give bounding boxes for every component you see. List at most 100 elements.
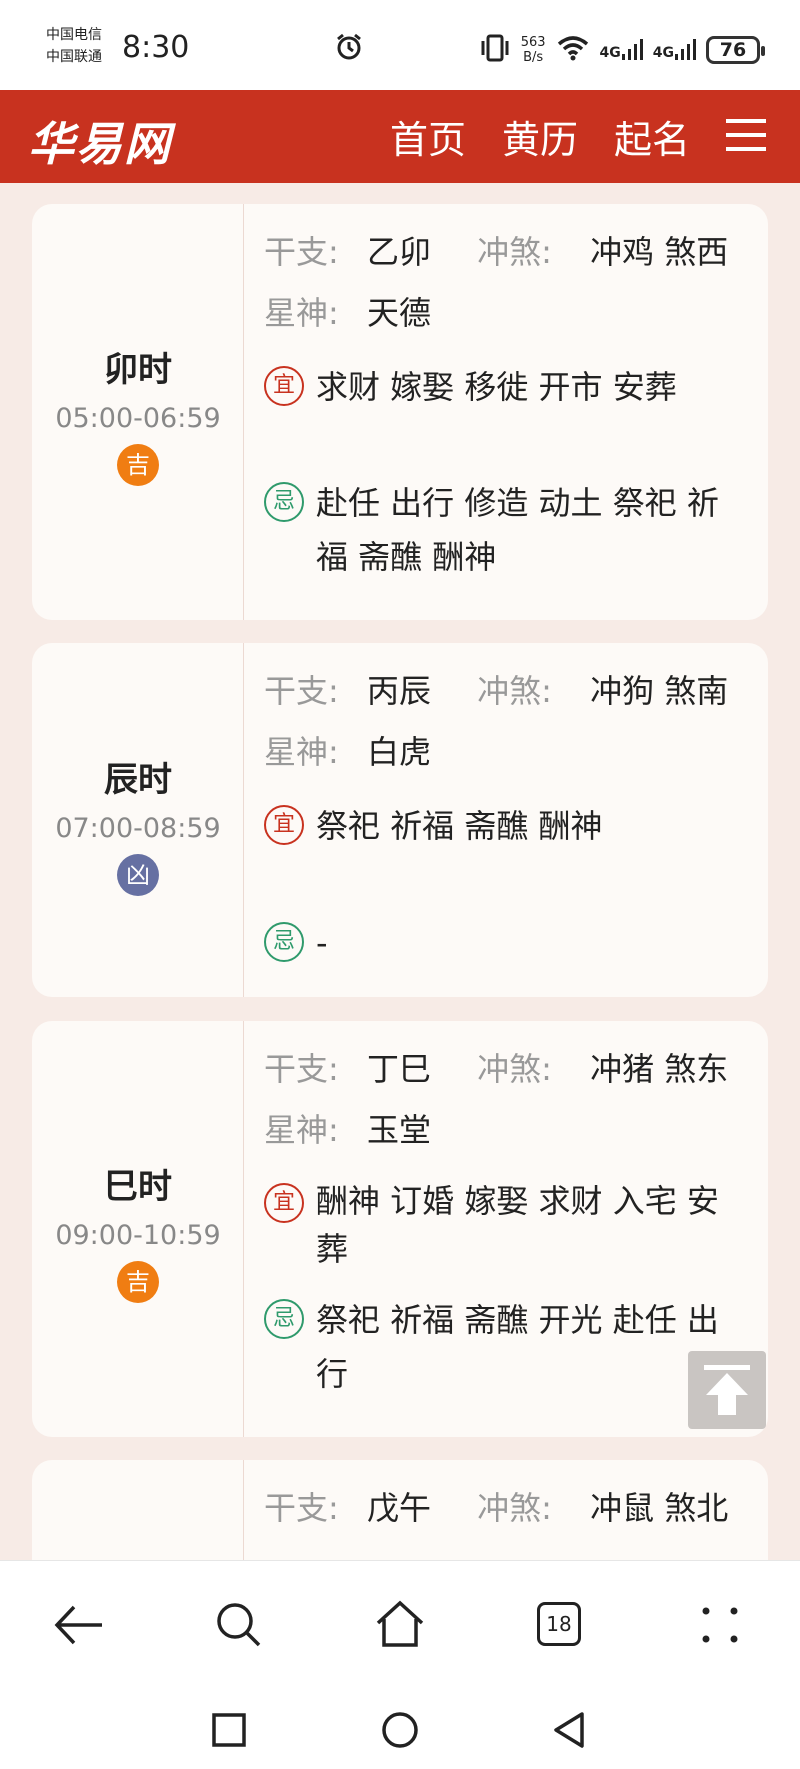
yi-section: 宜 求财 嫁娶 移徙 开市 安葬 (264, 360, 744, 414)
ji-section: 忌 祭祀 祈福 斋醮 开光 赴任 出 行 (264, 1293, 744, 1401)
hour-range: 09:00-10:59 (55, 1220, 221, 1251)
nav-almanac[interactable]: 黄历 (502, 109, 578, 164)
main-nav: 首页 黄历 起名 (390, 90, 800, 183)
yi-icon: 宜 (264, 366, 304, 406)
home-circle-icon[interactable] (381, 1711, 419, 1753)
hour-card-si: 巳时 09:00-10:59 吉 干支: 丁巳 冲煞: 冲猪 煞东 星神: 玉堂… (32, 1021, 768, 1437)
chongsha-label: 冲煞: (477, 233, 552, 271)
net-type-1: 4G (599, 45, 621, 61)
yi-text: 祭祀 祈福 斋醮 酬神 (316, 807, 603, 845)
chongsha-value: 冲狗 煞南 (590, 672, 729, 710)
status-bar: 中国电信 中国联通 8:30 563 B/s 4G 4G 76 (0, 0, 800, 90)
ganzhi-label: 干支: (264, 672, 339, 710)
status-time: 8:30 (122, 30, 190, 65)
ji-icon: 忌 (264, 922, 304, 962)
ji-section: 忌 赴任 出行 修造 动土 祭祀 祈 福 斋醮 酬神 (264, 476, 744, 584)
xingshen-value: 白虎 (366, 733, 431, 771)
yi-text: 求财 嫁娶 移徙 开市 安葬 (316, 368, 677, 406)
menu-icon[interactable] (726, 117, 766, 157)
ganzhi-value: 戊午 (366, 1489, 431, 1527)
hour-name: 辰时 (104, 760, 172, 800)
xingshen-label: 星神: (264, 733, 339, 771)
ganzhi-row: 干支: 乙卯 冲煞: 冲鸡 煞西 (264, 232, 728, 272)
luck-badge: 凶 (117, 854, 159, 896)
yi-icon: 宜 (264, 1183, 304, 1223)
yi-text-line2: 葬 (316, 1230, 349, 1268)
network-speed: 563 B/s (521, 35, 546, 65)
ganzhi-label: 干支: (264, 1050, 339, 1088)
speed-value: 563 (520, 35, 546, 50)
ganzhi-label: 干支: (264, 233, 339, 271)
carrier-names: 中国电信 中国联通 (46, 24, 102, 68)
ganzhi-row: 干支: 丁巳 冲煞: 冲猪 煞东 (264, 1049, 728, 1089)
speed-unit: B/s (523, 50, 544, 65)
nav-naming[interactable]: 起名 (614, 109, 690, 164)
xingshen-row: 星神: 白虎 (264, 732, 431, 772)
signal-bars-icon (621, 39, 643, 60)
hour-card-chen: 辰时 07:00-08:59 凶 干支: 丙辰 冲煞: 冲狗 煞南 星神: 白虎… (32, 643, 768, 997)
back-to-top-button[interactable] (688, 1351, 766, 1429)
home-icon[interactable] (374, 1599, 426, 1653)
back-icon[interactable] (54, 1603, 104, 1651)
chongsha-value: 冲猪 煞东 (590, 1050, 729, 1088)
search-icon[interactable] (215, 1601, 263, 1653)
site-header: 华易网 首页 黄历 起名 (0, 90, 800, 183)
xingshen-value: 天德 (366, 294, 431, 332)
chongsha-value: 冲鼠 煞北 (590, 1489, 729, 1527)
yi-text-line1: 酬神 订婚 嫁娶 求财 入宅 安 (316, 1182, 719, 1220)
xingshen-label: 星神: (264, 294, 339, 332)
signal-bars-icon (675, 39, 696, 60)
alarm-icon (334, 32, 364, 66)
hour-name: 巳时 (104, 1167, 172, 1207)
ganzhi-value: 丙辰 (366, 672, 431, 710)
carrier-2: 中国联通 (46, 49, 102, 65)
battery-indicator: 76 (706, 36, 765, 64)
hour-range: 07:00-08:59 (55, 813, 221, 844)
chongsha-label: 冲煞: (477, 1050, 552, 1088)
chongsha-label: 冲煞: (477, 672, 552, 710)
signal-2: 4G (653, 39, 696, 61)
hour-card-mao: 卯时 05:00-06:59 吉 干支: 乙卯 冲煞: 冲鸡 煞西 星神: 天德… (32, 204, 768, 620)
hour-range: 05:00-06:59 (55, 403, 221, 434)
chongsha-value: 冲鸡 煞西 (590, 233, 729, 271)
site-logo[interactable]: 华易网 (28, 108, 172, 174)
yi-section: 宜 酬神 订婚 嫁娶 求财 入宅 安 葬 (264, 1177, 744, 1273)
ji-text-line1: 赴任 出行 修造 动土 祭祀 祈 (316, 484, 719, 522)
status-indicators: 563 B/s 4G 4G 76 (479, 30, 765, 70)
recent-apps-icon[interactable] (212, 1713, 246, 1751)
yi-section: 宜 祭祀 祈福 斋醮 酬神 (264, 799, 744, 853)
vibrate-icon (479, 33, 511, 67)
hour-summary: 巳时 09:00-10:59 吉 (32, 1021, 244, 1437)
xingshen-label: 星神: (264, 1111, 339, 1149)
hour-summary: 辰时 07:00-08:59 凶 (32, 643, 244, 997)
ji-text-line2: 行 (316, 1355, 349, 1393)
luck-badge: 吉 (117, 1261, 159, 1303)
ganzhi-row: 干支: 丙辰 冲煞: 冲狗 煞南 (264, 671, 728, 711)
ganzhi-row: 干支: 戊午 冲煞: 冲鼠 煞北 (264, 1488, 728, 1528)
system-back-icon[interactable] (552, 1711, 586, 1753)
ji-text-line2: 福 斋醮 酬神 (316, 538, 497, 576)
ganzhi-value: 丁巳 (366, 1050, 431, 1088)
tabs-button[interactable]: 18 (537, 1602, 581, 1646)
yi-icon: 宜 (264, 805, 304, 845)
ganzhi-label: 干支: (264, 1489, 339, 1527)
ji-section: 忌 - (264, 916, 744, 970)
arrow-up-icon (704, 1365, 750, 1415)
browser-bottom-bar: 18 (0, 1560, 800, 1769)
more-icon[interactable] (700, 1605, 740, 1649)
carrier-1: 中国电信 (46, 27, 102, 43)
xingshen-row: 星神: 玉堂 (264, 1110, 431, 1150)
nav-home[interactable]: 首页 (390, 109, 466, 164)
chongsha-label: 冲煞: (477, 1489, 552, 1527)
ganzhi-value: 乙卯 (366, 233, 431, 271)
hour-summary: 卯时 05:00-06:59 吉 (32, 204, 244, 620)
luck-badge: 吉 (117, 444, 159, 486)
signal-1: 4G (600, 39, 643, 61)
xingshen-value: 玉堂 (366, 1111, 431, 1149)
ji-text-line1: - (316, 924, 328, 962)
net-type-2: 4G (652, 45, 674, 61)
ji-icon: 忌 (264, 1299, 304, 1339)
ji-text-line1: 祭祀 祈福 斋醮 开光 赴任 出 (316, 1301, 719, 1339)
xingshen-row: 星神: 天德 (264, 293, 431, 333)
hour-name: 卯时 (104, 350, 172, 390)
